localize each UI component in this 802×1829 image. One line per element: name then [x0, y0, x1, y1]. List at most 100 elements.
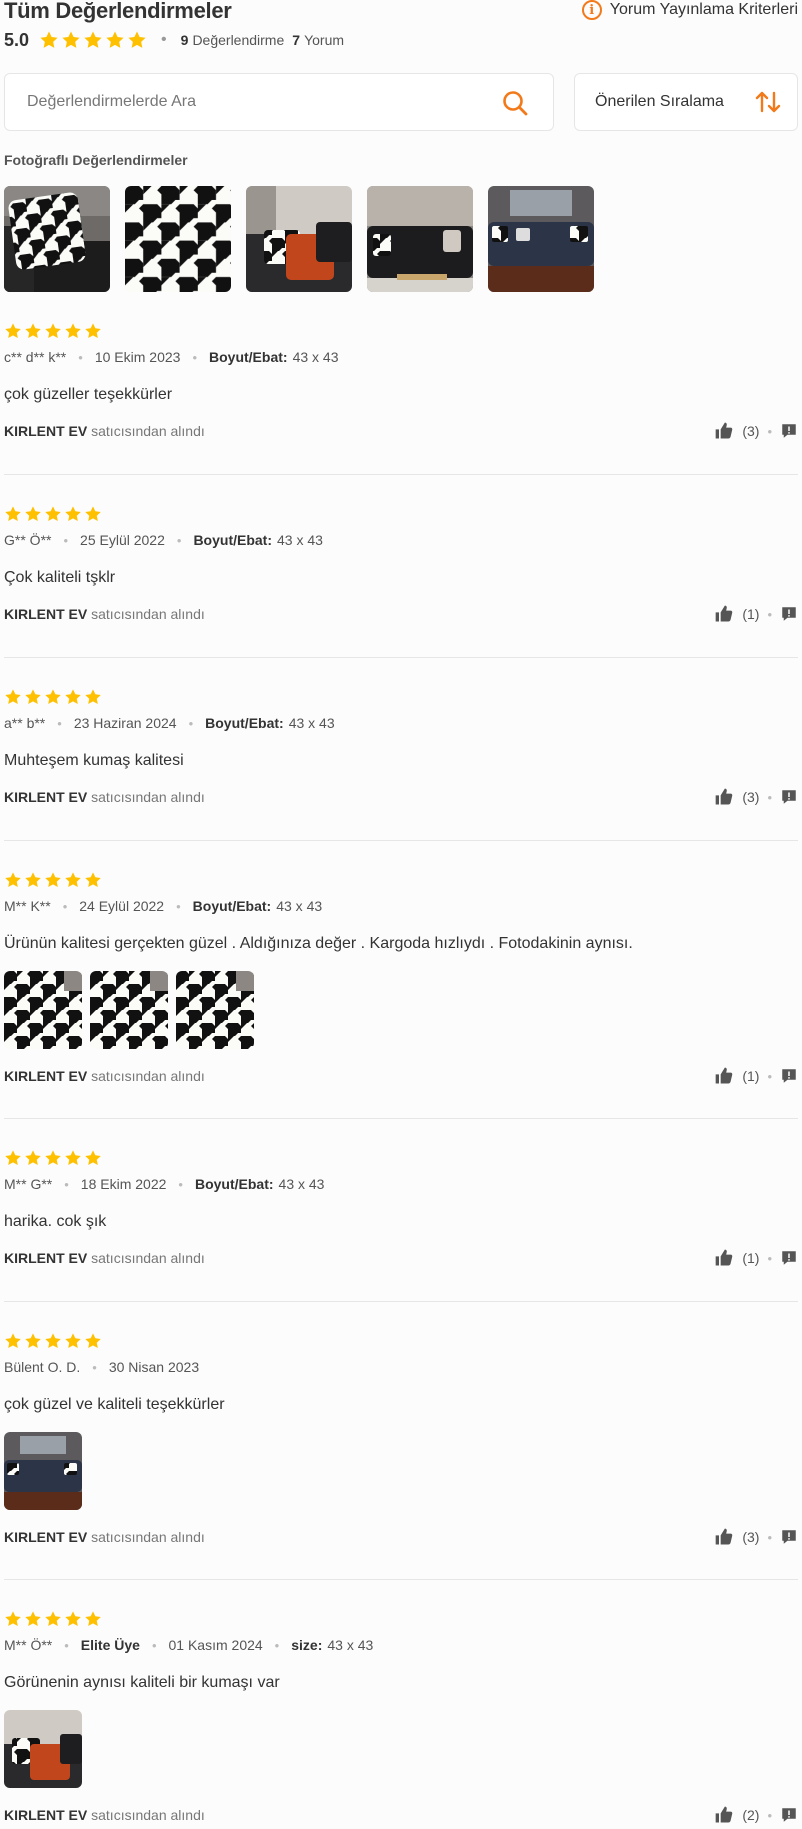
seller-name[interactable]: KIRLENT EV: [4, 1250, 87, 1266]
review-stars: [4, 871, 798, 889]
variant-label: Boyut/Ebat:: [193, 532, 272, 548]
sort-dropdown[interactable]: Önerilen Sıralama: [574, 73, 798, 131]
review-item: c** d** k** • 10 Ekim 2023 • Boyut/Ebat: 43 x…: [4, 322, 798, 475]
seller-suffix: satıcısından alındı: [91, 789, 205, 805]
report-icon[interactable]: [780, 1249, 798, 1267]
thumbs-up-icon[interactable]: [714, 1805, 734, 1825]
seller-name[interactable]: KIRLENT EV: [4, 1529, 87, 1545]
photo-review-thumbnail[interactable]: [367, 186, 473, 292]
report-icon[interactable]: [780, 1528, 798, 1546]
review-image[interactable]: [90, 971, 168, 1049]
star-icon: [64, 688, 82, 706]
seller-info: KIRLENT EV satıcısından alındı: [4, 423, 205, 439]
star-icon: [44, 505, 62, 523]
star-icon: [84, 1332, 102, 1350]
star-icon: [105, 30, 125, 50]
report-icon[interactable]: [780, 422, 798, 440]
separator-dot: •: [62, 898, 68, 914]
comment-count: 7: [292, 32, 301, 48]
star-icon: [24, 688, 42, 706]
seller-name[interactable]: KIRLENT EV: [4, 1807, 87, 1823]
star-icon: [44, 1332, 62, 1350]
variant-label: Boyut/Ebat:: [194, 1176, 274, 1192]
thumbs-up-icon[interactable]: [714, 787, 734, 807]
seller-suffix: satıcısından alındı: [91, 1807, 205, 1823]
like-count: (3): [742, 789, 760, 805]
review-actions: (3) •: [714, 787, 798, 807]
star-icon: [44, 1610, 62, 1628]
review-image[interactable]: [4, 971, 82, 1049]
review-image[interactable]: [4, 1432, 82, 1510]
like-count: (3): [742, 423, 760, 439]
star-icon: [64, 505, 82, 523]
like-count: (1): [742, 1068, 760, 1084]
star-icon: [24, 1149, 42, 1167]
review-meta: Bülent O. D. • 30 Nisan 2023: [4, 1358, 798, 1376]
review-author: M** G**: [4, 1176, 53, 1192]
separator-dot: •: [176, 532, 182, 548]
seller-suffix: satıcısından alındı: [91, 423, 205, 439]
like-count: (2): [742, 1807, 760, 1823]
separator-dot: •: [64, 1176, 69, 1192]
report-icon[interactable]: [780, 788, 798, 806]
review-item: M** K** • 24 Eylül 2022 • Boyut/Ebat: 43 x 43…: [4, 871, 798, 1119]
photo-review-thumbnail[interactable]: [488, 186, 594, 292]
seller-name[interactable]: KIRLENT EV: [4, 1068, 87, 1084]
review-author: G** Ö**: [4, 532, 52, 548]
separator-dot: •: [767, 1807, 772, 1823]
review-criteria-label: Yorum Yayınlama Kriterleri: [609, 1, 798, 18]
thumbs-up-icon[interactable]: [714, 1248, 734, 1268]
star-icon: [4, 505, 22, 523]
search-icon[interactable]: [501, 89, 529, 117]
seller-suffix: satıcısından alındı: [91, 1250, 205, 1266]
star-icon: [4, 688, 22, 706]
photo-review-thumbnail[interactable]: [246, 186, 352, 292]
report-icon[interactable]: [780, 1067, 798, 1085]
review-actions: (1) •: [714, 604, 798, 624]
star-icon: [24, 505, 42, 523]
star-icon: [84, 1149, 102, 1167]
star-icon: [44, 688, 62, 706]
thumbs-up-icon[interactable]: [714, 1527, 734, 1547]
star-icon: [44, 322, 62, 340]
review-stars: [4, 322, 798, 340]
variant-label: Boyut/Ebat:: [192, 898, 272, 914]
thumbs-up-icon[interactable]: [714, 421, 734, 441]
star-icon: [4, 871, 22, 889]
seller-info: KIRLENT EV satıcısından alındı: [4, 1529, 205, 1545]
review-criteria-link[interactable]: i Yorum Yayınlama Kriterleri: [581, 0, 798, 20]
seller-suffix: satıcısından alındı: [91, 606, 205, 622]
review-stars: [4, 688, 798, 706]
review-image[interactable]: [176, 971, 254, 1049]
seller-name[interactable]: KIRLENT EV: [4, 423, 87, 439]
star-icon: [84, 688, 102, 706]
review-footer: KIRLENT EV satıcısından alındı (3) •: [4, 788, 798, 806]
thumbs-up-icon[interactable]: [714, 1066, 734, 1086]
photo-reviews-strip: [4, 186, 594, 292]
review-actions: (1) •: [714, 1066, 798, 1086]
review-item: a** b** • 23 Haziran 2024 • Boyut/Ebat: 43 x …: [4, 688, 798, 841]
report-icon[interactable]: [780, 605, 798, 623]
star-icon: [64, 322, 82, 340]
review-date: 23 Haziran 2024: [73, 715, 177, 731]
seller-info: KIRLENT EV satıcısından alındı: [4, 789, 205, 805]
review-image[interactable]: [4, 1710, 82, 1788]
seller-name[interactable]: KIRLENT EV: [4, 789, 87, 805]
review-images: [4, 1710, 798, 1788]
star-icon: [44, 871, 62, 889]
review-footer: KIRLENT EV satıcısından alındı (3) •: [4, 422, 798, 440]
seller-info: KIRLENT EV satıcısından alındı: [4, 1250, 205, 1266]
review-comment: Muhteşem kumaş kalitesi: [4, 752, 184, 769]
photo-review-thumbnail[interactable]: [4, 186, 110, 292]
variant-label: size:: [291, 1637, 323, 1653]
thumbs-up-icon[interactable]: [714, 604, 734, 624]
review-search-input[interactable]: [25, 92, 489, 112]
seller-name[interactable]: KIRLENT EV: [4, 606, 87, 622]
review-footer: KIRLENT EV satıcısından alındı (1) •: [4, 605, 798, 623]
elite-badge: Elite Üye: [80, 1637, 140, 1653]
report-icon[interactable]: [780, 1806, 798, 1824]
separator-dot: •: [192, 349, 197, 365]
review-item: M** G** • 18 Ekim 2022 • Boyut/Ebat: 43 x 43 h…: [4, 1149, 798, 1302]
star-icon: [39, 30, 59, 50]
photo-review-thumbnail[interactable]: [125, 186, 231, 292]
